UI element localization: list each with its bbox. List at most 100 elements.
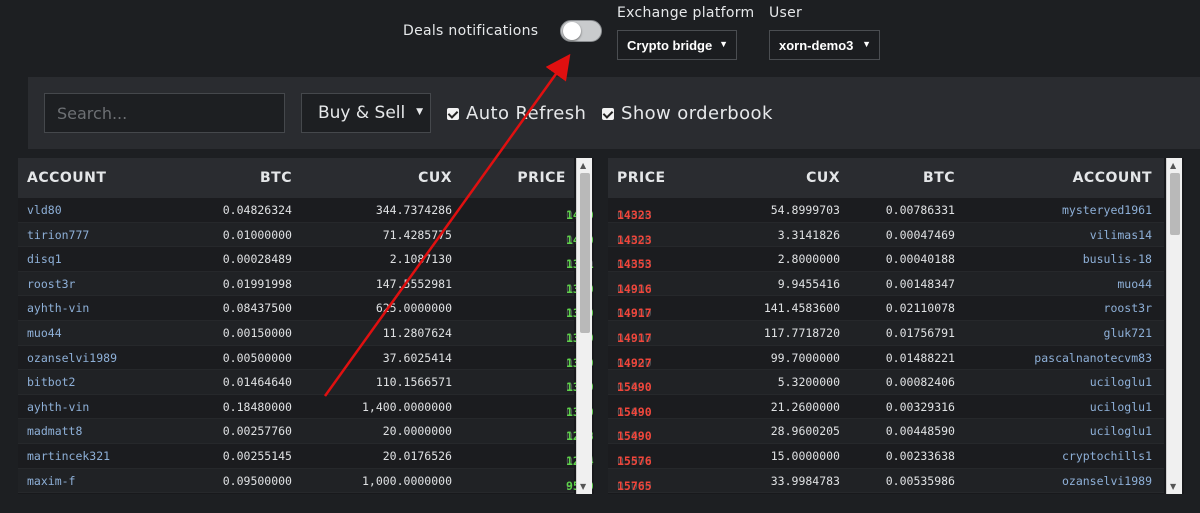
- cux-cell: 9.9455416: [777, 276, 840, 291]
- table-row[interactable]: 0.000 15490 5.3200000 0.00082406 uciloglu1: [608, 370, 1164, 395]
- account-cell: vld80: [27, 203, 62, 217]
- bids-scrollbar[interactable]: ▲ ▼: [576, 158, 592, 494]
- cux-cell: 99.7000000: [770, 350, 840, 365]
- show-orderbook-checkbox[interactable]: Show orderbook: [602, 103, 773, 124]
- scroll-up-icon[interactable]: ▲: [1170, 161, 1176, 170]
- user-label: User: [769, 5, 803, 21]
- chevron-down-icon: ▼: [719, 39, 728, 49]
- table-row[interactable]: vld800.04826324344.73742860.00014000: [18, 198, 594, 223]
- column-header-btc[interactable]: BTC: [260, 170, 292, 186]
- btc-cell: 0.00082406: [885, 375, 955, 390]
- btc-cell: 0.01991998: [222, 276, 292, 291]
- account-cell: roost3r: [1103, 301, 1152, 316]
- table-row[interactable]: 0.000 14323 54.8999703 0.00786331 mysteryed1…: [608, 198, 1164, 223]
- cux-cell: 344.7374286: [375, 203, 452, 217]
- account-cell: muo44: [27, 325, 62, 340]
- btc-cell: 0.09500000: [222, 473, 292, 488]
- account-cell: tirion777: [27, 227, 90, 242]
- filter-bar: Buy & Sell ▼ Auto Refresh Show orderbook: [28, 77, 1200, 149]
- exchange-platform-select[interactable]: Crypto bridge ▼: [617, 30, 737, 60]
- asks-scrollbar[interactable]: ▲ ▼: [1166, 158, 1182, 494]
- price-digits: 15576: [617, 453, 652, 468]
- btc-cell: 0.00150000: [222, 325, 292, 340]
- column-header-account[interactable]: ACCOUNT: [27, 170, 106, 186]
- price-digits: 15490: [617, 404, 652, 419]
- account-cell: uciloglu1: [1089, 399, 1152, 414]
- chevron-down-icon: ▼: [862, 39, 871, 49]
- scroll-down-icon[interactable]: ▼: [580, 482, 586, 491]
- search-input[interactable]: [44, 93, 285, 133]
- table-row[interactable]: 0.000 14927 99.7000000 0.01488221 pascalnano…: [608, 345, 1164, 371]
- cux-cell: 54.8999703: [770, 203, 840, 217]
- column-header-btc[interactable]: BTC: [923, 170, 955, 186]
- scroll-up-icon[interactable]: ▲: [580, 161, 586, 170]
- btc-cell: 0.00028489: [222, 252, 292, 267]
- checkbox-checked-icon: [447, 107, 459, 120]
- table-row[interactable]: 0.000 15490 28.9600205 0.00448590 uciloglu1: [608, 419, 1164, 444]
- cux-cell: 21.2600000: [770, 399, 840, 414]
- table-row[interactable]: 0.000 14917 117.7718720 0.01756791 gluk721: [608, 320, 1164, 346]
- account-cell: bitbot2: [27, 375, 76, 390]
- price-digits: 14927: [617, 355, 652, 370]
- deals-notifications-toggle[interactable]: [560, 20, 602, 42]
- table-row[interactable]: tirion7770.0100000071.42857750.00014000: [18, 222, 594, 248]
- table-row[interactable]: ayhth-vin0.08437500625.00000000.00013500: [18, 296, 594, 321]
- price-digits: 15765: [617, 478, 652, 493]
- bids-table-header: ACCOUNT BTC CUX PRICE: [18, 158, 574, 198]
- account-cell: disq1: [27, 252, 62, 267]
- table-row[interactable]: ozanselvi19890.0050000037.60254140.00013…: [18, 345, 594, 371]
- show-orderbook-label: Show orderbook: [621, 103, 773, 124]
- table-row[interactable]: ayhth-vin0.184800001,400.00000000.000132…: [18, 394, 594, 420]
- table-row[interactable]: 0.000 14917 141.4583600 0.02110078 roost3r: [608, 296, 1164, 321]
- bids-table: ACCOUNT BTC CUX PRICE vld80 0.04826324 344…: [18, 158, 594, 494]
- btc-cell: 0.01464640: [222, 375, 292, 390]
- btc-cell: 0.00329316: [885, 399, 955, 414]
- cux-cell: 5.3200000: [777, 375, 840, 390]
- column-header-price[interactable]: PRICE: [517, 170, 566, 186]
- table-row[interactable]: bitbot20.01464640110.15665710.00013296: [18, 370, 594, 395]
- auto-refresh-checkbox[interactable]: Auto Refresh: [447, 103, 586, 124]
- side-filter-select[interactable]: Buy & Sell ▼: [301, 93, 431, 133]
- table-row[interactable]: martincek3210.0025514520.01765260.000127…: [18, 443, 594, 469]
- table-row[interactable]: maxim-f0.095000001,000.00000000.00009500: [18, 468, 594, 494]
- btc-cell: 0.04826324: [222, 203, 292, 217]
- user-select[interactable]: xorn-demo3 ▼: [769, 30, 880, 60]
- account-cell: madmatt8: [27, 424, 83, 439]
- scroll-thumb[interactable]: [1170, 173, 1180, 235]
- table-row[interactable]: madmatt80.0025776020.00000000.00012888: [18, 419, 594, 444]
- account-cell: ayhth-vin: [27, 301, 90, 316]
- cux-cell: 15.0000000: [770, 448, 840, 463]
- account-cell: gluk721: [1103, 325, 1152, 340]
- column-header-account[interactable]: ACCOUNT: [1073, 170, 1152, 186]
- btc-cell: 0.00255145: [222, 448, 292, 463]
- account-cell: muo44: [1117, 276, 1152, 291]
- table-row[interactable]: 0.000 14916 9.9455416 0.00148347 muo44: [608, 271, 1164, 297]
- table-row[interactable]: 0.000 14353 2.8000000 0.00040188 busulis-18: [608, 247, 1164, 272]
- cux-cell: 147.5552981: [375, 276, 452, 291]
- table-row[interactable]: roost3r0.01991998147.55529810.00013500: [18, 271, 594, 297]
- table-row[interactable]: 0.000 14323 3.3141826 0.00047469 vilimas14: [608, 222, 1164, 248]
- chevron-down-icon: ▼: [416, 107, 423, 117]
- cux-cell: 1,400.0000000: [361, 399, 452, 414]
- table-row[interactable]: 0.000 15490 21.2600000 0.00329316 uciloglu1: [608, 394, 1164, 420]
- user-value: xorn-demo3: [779, 37, 854, 53]
- scroll-thumb[interactable]: [580, 173, 590, 333]
- column-header-price[interactable]: PRICE: [617, 170, 666, 186]
- btc-cell: 0.18480000: [222, 399, 292, 414]
- table-row[interactable]: muo440.0015000011.28076240.00013297: [18, 320, 594, 346]
- column-header-cux[interactable]: CUX: [806, 170, 840, 186]
- side-filter-value: Buy & Sell: [318, 103, 406, 123]
- btc-cell: 0.01488221: [885, 350, 955, 365]
- btc-cell: 0.02110078: [885, 301, 955, 316]
- scroll-down-icon[interactable]: ▼: [1170, 482, 1176, 491]
- asks-table: PRICE CUX BTC ACCOUNT 0.000 14323 54.89997…: [608, 158, 1184, 494]
- cux-cell: 110.1566571: [375, 375, 452, 390]
- table-row[interactable]: disq10.000284892.10871300.00013510: [18, 247, 594, 272]
- account-cell: mysteryed1961: [1061, 203, 1152, 217]
- checkbox-checked-icon: [602, 107, 614, 120]
- price-digits: 15490: [617, 380, 652, 395]
- column-header-cux[interactable]: CUX: [418, 170, 452, 186]
- table-row[interactable]: 0.000 15765 33.9984783 0.00535986 ozanselvi1…: [608, 468, 1164, 494]
- auto-refresh-label: Auto Refresh: [466, 103, 587, 124]
- table-row[interactable]: 0.000 15576 15.0000000 0.00233638 cryptochil…: [608, 443, 1164, 469]
